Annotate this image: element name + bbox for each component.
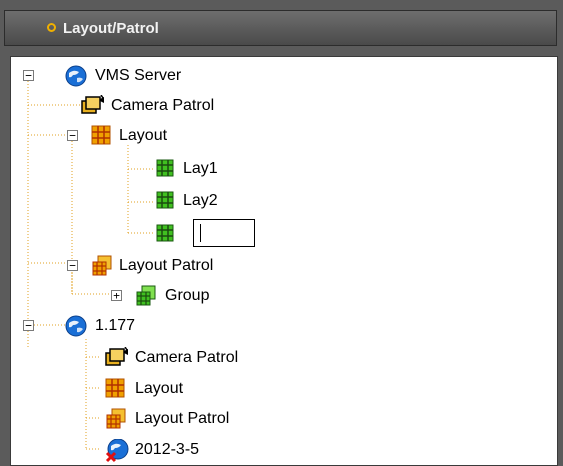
tree-node-label: Layout <box>119 127 168 144</box>
tree-node-label: Group <box>165 287 210 304</box>
header-bullet-icon <box>47 23 56 32</box>
camera-patrol-icon <box>81 94 104 115</box>
collapse-expander[interactable]: − <box>67 260 78 271</box>
server-globe-icon <box>65 315 87 337</box>
layout-grid-icon <box>105 378 125 398</box>
collapse-expander[interactable]: − <box>67 130 78 141</box>
tree-node-label: Layout Patrol <box>119 257 214 274</box>
tree-node-camera-patrol-2[interactable]: Camera Patrol <box>11 345 551 371</box>
text-caret <box>200 224 201 242</box>
layout-grid-icon <box>91 125 111 145</box>
layout-green-icon <box>156 159 176 179</box>
expand-expander[interactable]: + <box>111 290 122 301</box>
tree-node-vms-server[interactable]: − VMS Server <box>11 63 551 89</box>
server-globe-icon <box>65 65 87 87</box>
layout-green-icon <box>156 224 176 244</box>
tree-node-label: Camera Patrol <box>111 97 215 114</box>
tree-node-new-layout[interactable] <box>11 217 551 249</box>
tree-node-label: Camera Patrol <box>135 349 239 366</box>
tree-node-label: Layout <box>135 380 184 397</box>
tree-node-lay2[interactable]: Lay2 <box>11 187 551 213</box>
layout-patrol-icon <box>91 255 112 276</box>
tree-node-layout-patrol[interactable]: − Layout Patrol <box>11 253 551 279</box>
layout-patrol-panel: Layout/Patrol − VMS Server Camera Patrol… <box>0 0 563 466</box>
tree-view[interactable]: − VMS Server Camera Patrol − Layout Lay1… <box>10 56 558 466</box>
tree-node-layout-2[interactable]: Layout <box>11 376 551 402</box>
layout-patrol-group-icon <box>135 285 156 306</box>
panel-title: Layout/Patrol <box>63 20 159 37</box>
tree-node-label: Lay1 <box>183 160 218 177</box>
collapse-expander[interactable]: − <box>23 70 34 81</box>
tree-node-camera-patrol[interactable]: Camera Patrol <box>11 93 551 119</box>
tree-node-layout-patrol-2[interactable]: Layout Patrol <box>11 406 551 432</box>
tree-node-label: Layout Patrol <box>135 410 230 427</box>
rename-input[interactable] <box>193 219 255 247</box>
tree-node-group[interactable]: + Group <box>11 283 551 309</box>
server-disconnected-icon <box>105 438 129 463</box>
tree-node-layout[interactable]: − Layout <box>11 123 551 149</box>
layout-green-icon <box>156 191 176 211</box>
tree-node-label: 1.177 <box>95 317 136 334</box>
tree-node-label: VMS Server <box>95 67 182 84</box>
camera-patrol-icon <box>105 346 128 367</box>
layout-patrol-icon <box>105 408 126 429</box>
tree-node-label: Lay2 <box>183 192 218 209</box>
tree-node-2012-3-5[interactable]: 2012-3-5 <box>11 437 551 463</box>
tree-node-lay1[interactable]: Lay1 <box>11 155 551 181</box>
collapse-expander[interactable]: − <box>23 320 34 331</box>
tree-node-label: 2012-3-5 <box>135 441 200 458</box>
panel-header: Layout/Patrol <box>4 10 557 46</box>
tree-node-1-177[interactable]: − 1.177 <box>11 313 551 339</box>
